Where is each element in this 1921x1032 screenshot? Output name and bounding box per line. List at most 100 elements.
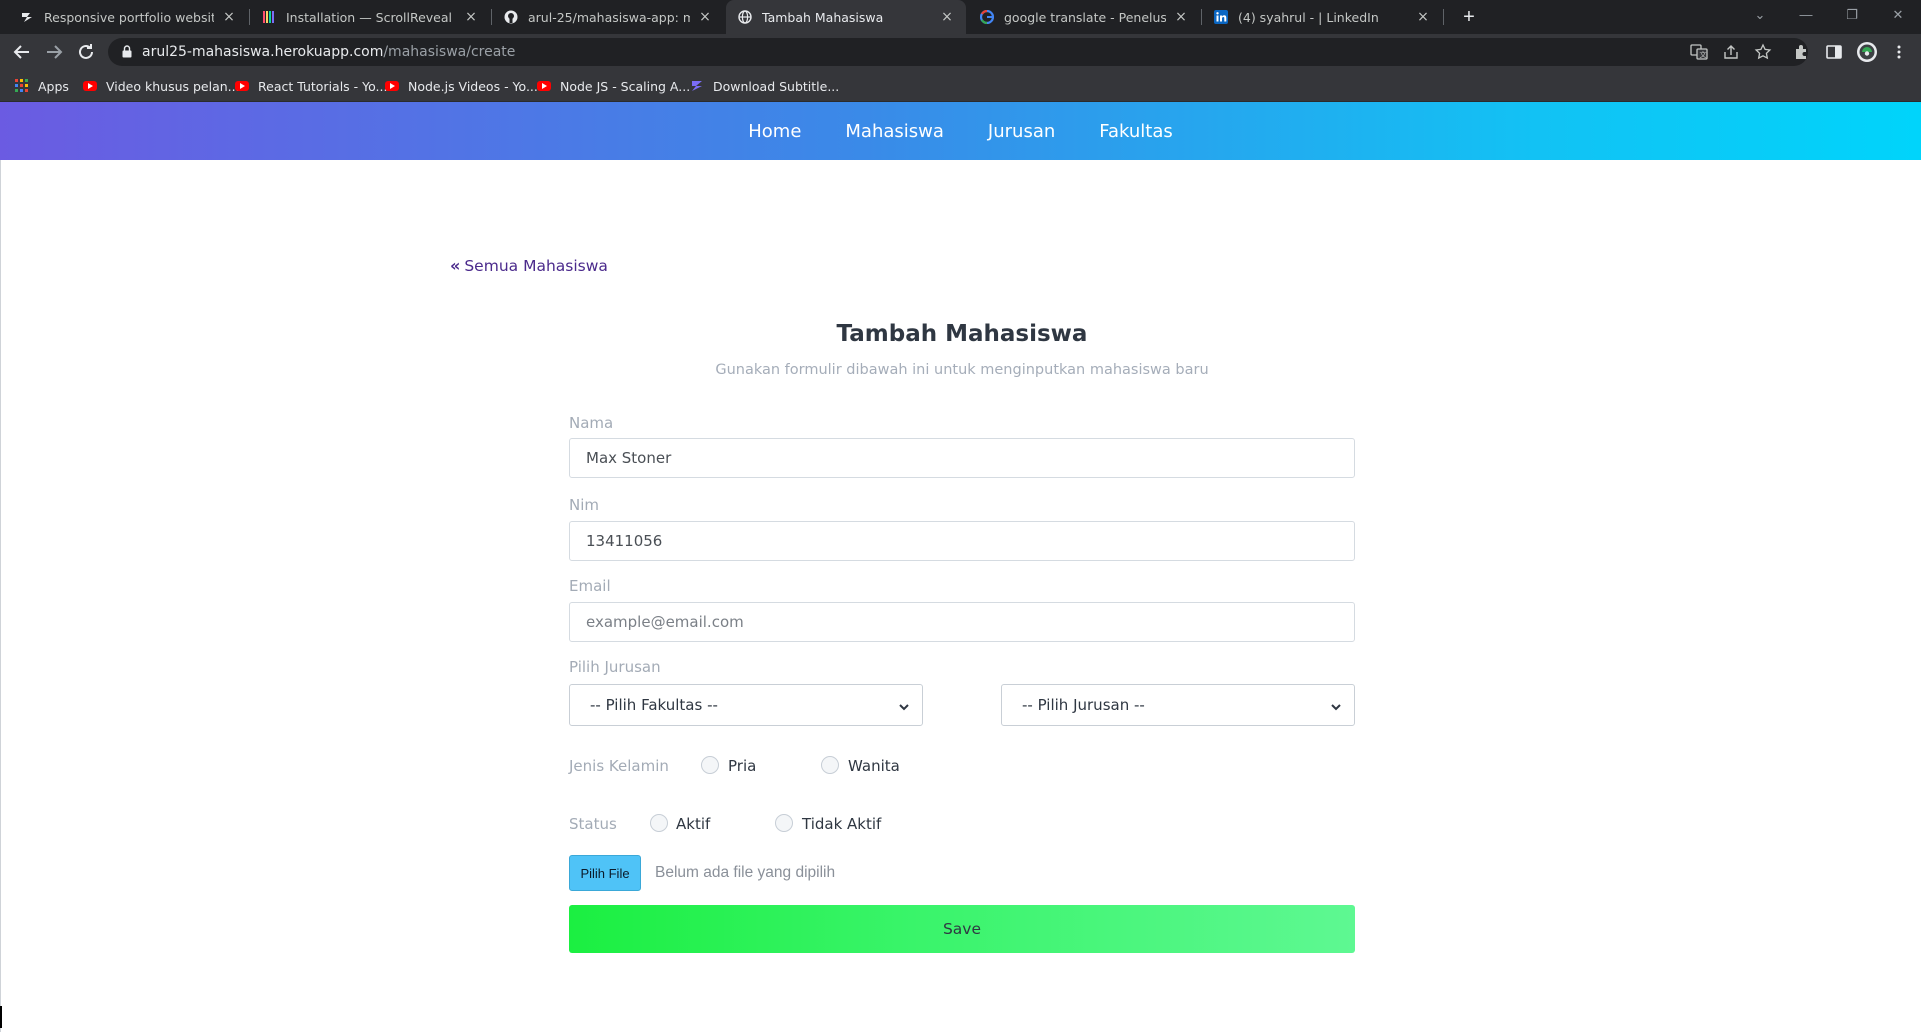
bookmark-apps[interactable]: Apps — [14, 76, 69, 96]
browser-toolbar: arul25-mahasiswa.herokuapp.com/mahasiswa… — [0, 34, 1921, 70]
file-status-text: Belum ada file yang dipilih — [655, 864, 836, 881]
chevron-down-icon — [898, 699, 910, 711]
github-icon — [504, 10, 518, 24]
share-icon[interactable] — [1722, 43, 1740, 61]
fakultas-select[interactable]: -- Pilih Fakultas -- — [569, 684, 923, 726]
status-tidak-aktif-radio[interactable] — [775, 814, 793, 832]
nim-input[interactable]: 13411056 — [569, 521, 1355, 561]
chevron-down-icon — [1330, 699, 1342, 711]
url-text: arul25-mahasiswa.herokuapp.com/mahasiswa… — [142, 44, 516, 60]
bookmark-item[interactable]: React Tutorials - Yo... — [234, 76, 387, 96]
tab-title: Tambah Mahasiswa — [762, 9, 884, 25]
status-aktif-radio[interactable] — [650, 814, 668, 832]
jurusan-section-label: Pilih Jurusan — [569, 658, 661, 676]
bookmark-item[interactable]: Node JS - Scaling A... — [536, 76, 690, 96]
tab-search-icon[interactable]: ⌄ — [1737, 0, 1783, 30]
status-label: Status — [569, 815, 617, 833]
nav-link-fakultas[interactable]: Fakultas — [1099, 121, 1172, 142]
email-input[interactable]: example@email.com — [569, 602, 1355, 642]
lock-icon[interactable] — [122, 45, 132, 58]
apps-grid-icon — [14, 78, 30, 94]
tab-title: google translate - Penelusuran G — [1004, 9, 1166, 25]
navbar-links: Home Mahasiswa Jurusan Fakultas — [0, 102, 1921, 160]
page-title: Tambah Mahasiswa — [836, 321, 1088, 347]
address-bar[interactable]: arul25-mahasiswa.herokuapp.com/mahasiswa… — [108, 38, 1808, 66]
google-icon — [980, 10, 994, 24]
svg-text:文: 文 — [1700, 50, 1707, 59]
bookmark-label: Video khusus pelan... — [106, 78, 240, 94]
back-to-list-link[interactable]: « Semua Mahasiswa — [450, 256, 608, 275]
tab-title: (4) syahrul - | LinkedIn — [1238, 9, 1379, 25]
close-icon[interactable]: × — [940, 9, 954, 25]
bookmark-label: Node.js Videos - Yo... — [408, 78, 538, 94]
bookmark-star-icon[interactable] — [1754, 43, 1772, 61]
bookmark-label: Download Subtitle... — [713, 78, 840, 94]
close-icon[interactable]: × — [464, 9, 478, 25]
browser-tab[interactable]: Responsive portfolio website An × — [8, 0, 248, 34]
globe-icon — [738, 10, 752, 24]
jurusan-select-value: -- Pilih Jurusan -- — [1022, 696, 1145, 714]
gender-wanita-radio[interactable] — [821, 756, 839, 774]
menu-dots-icon[interactable] — [1890, 43, 1908, 61]
site-icon — [20, 10, 34, 24]
gender-pria-label[interactable]: Pria — [728, 757, 756, 775]
tab-title: arul-25/mahasiswa-app: mahasis — [528, 9, 690, 25]
back-link-label: Semua Mahasiswa — [464, 256, 608, 275]
youtube-icon — [536, 78, 552, 94]
youtube-icon — [234, 78, 250, 94]
close-icon[interactable]: × — [222, 9, 236, 25]
bookmarks-bar: Apps Video khusus pelan... React Tutoria… — [0, 70, 1921, 102]
subtitle-icon — [689, 78, 705, 94]
translate-icon[interactable]: 文 — [1690, 43, 1708, 61]
browser-tab-active[interactable]: Tambah Mahasiswa × — [726, 0, 966, 34]
close-icon[interactable]: × — [1174, 9, 1188, 25]
gender-wanita-label[interactable]: Wanita — [848, 757, 900, 775]
forward-icon[interactable] — [42, 40, 66, 64]
choose-file-button[interactable]: Pilih File — [569, 855, 641, 891]
double-chevron-left-icon: « — [450, 256, 461, 275]
profile-avatar-icon[interactable] — [1856, 41, 1878, 63]
reload-icon[interactable] — [74, 40, 98, 64]
tab-title: Responsive portfolio website An — [44, 9, 214, 25]
jurusan-select[interactable]: -- Pilih Jurusan -- — [1001, 684, 1355, 726]
nama-input[interactable]: Max Stoner — [569, 438, 1355, 478]
bookmark-label: React Tutorials - Yo... — [258, 78, 388, 94]
site-navbar: Home Mahasiswa Jurusan Fakultas — [0, 102, 1921, 160]
nav-link-home[interactable]: Home — [748, 121, 801, 142]
tab-separator — [1443, 9, 1444, 25]
close-icon[interactable]: × — [1416, 9, 1430, 25]
nim-label: Nim — [569, 496, 599, 514]
nav-link-mahasiswa[interactable]: Mahasiswa — [845, 121, 944, 142]
tab-title: Installation — ScrollReveal — [286, 9, 452, 25]
browser-tab[interactable]: arul-25/mahasiswa-app: mahasis × — [492, 0, 724, 34]
scrollreveal-icon — [262, 10, 276, 24]
save-button[interactable]: Save — [569, 905, 1355, 953]
nav-link-jurusan[interactable]: Jurusan — [988, 121, 1055, 142]
nama-label: Nama — [569, 414, 614, 432]
new-tab-button[interactable]: + — [1456, 4, 1482, 30]
browser-tab[interactable]: google translate - Penelusuran G × — [968, 0, 1200, 34]
close-window-icon[interactable]: ✕ — [1875, 0, 1921, 30]
bookmark-item[interactable]: Download Subtitle... — [689, 76, 839, 96]
page-subtitle: Gunakan formulir dibawah ini untuk mengi… — [715, 362, 1209, 378]
browser-tab[interactable]: (4) syahrul - | LinkedIn × — [1202, 0, 1442, 34]
minimize-icon[interactable]: — — [1783, 0, 1829, 30]
youtube-icon — [82, 78, 98, 94]
back-icon[interactable] — [10, 40, 34, 64]
extensions-puzzle-icon[interactable] — [1793, 43, 1811, 61]
browser-tab-strip: Responsive portfolio website An × Instal… — [0, 0, 1921, 34]
bookmark-label: Apps — [38, 78, 69, 94]
restore-icon[interactable]: ❐ — [1829, 0, 1875, 30]
linkedin-icon — [1214, 10, 1228, 24]
fakultas-select-value: -- Pilih Fakultas -- — [590, 696, 718, 714]
text-cursor — [0, 1006, 2, 1028]
status-aktif-label[interactable]: Aktif — [676, 815, 710, 833]
status-tidak-aktif-label[interactable]: Tidak Aktif — [802, 815, 881, 833]
bookmark-item[interactable]: Node.js Videos - Yo... — [384, 76, 538, 96]
gender-pria-radio[interactable] — [701, 756, 719, 774]
side-panel-icon[interactable] — [1825, 43, 1843, 61]
close-icon[interactable]: × — [698, 9, 712, 25]
youtube-icon — [384, 78, 400, 94]
bookmark-item[interactable]: Video khusus pelan... — [82, 76, 240, 96]
browser-tab[interactable]: Installation — ScrollReveal × — [250, 0, 490, 34]
